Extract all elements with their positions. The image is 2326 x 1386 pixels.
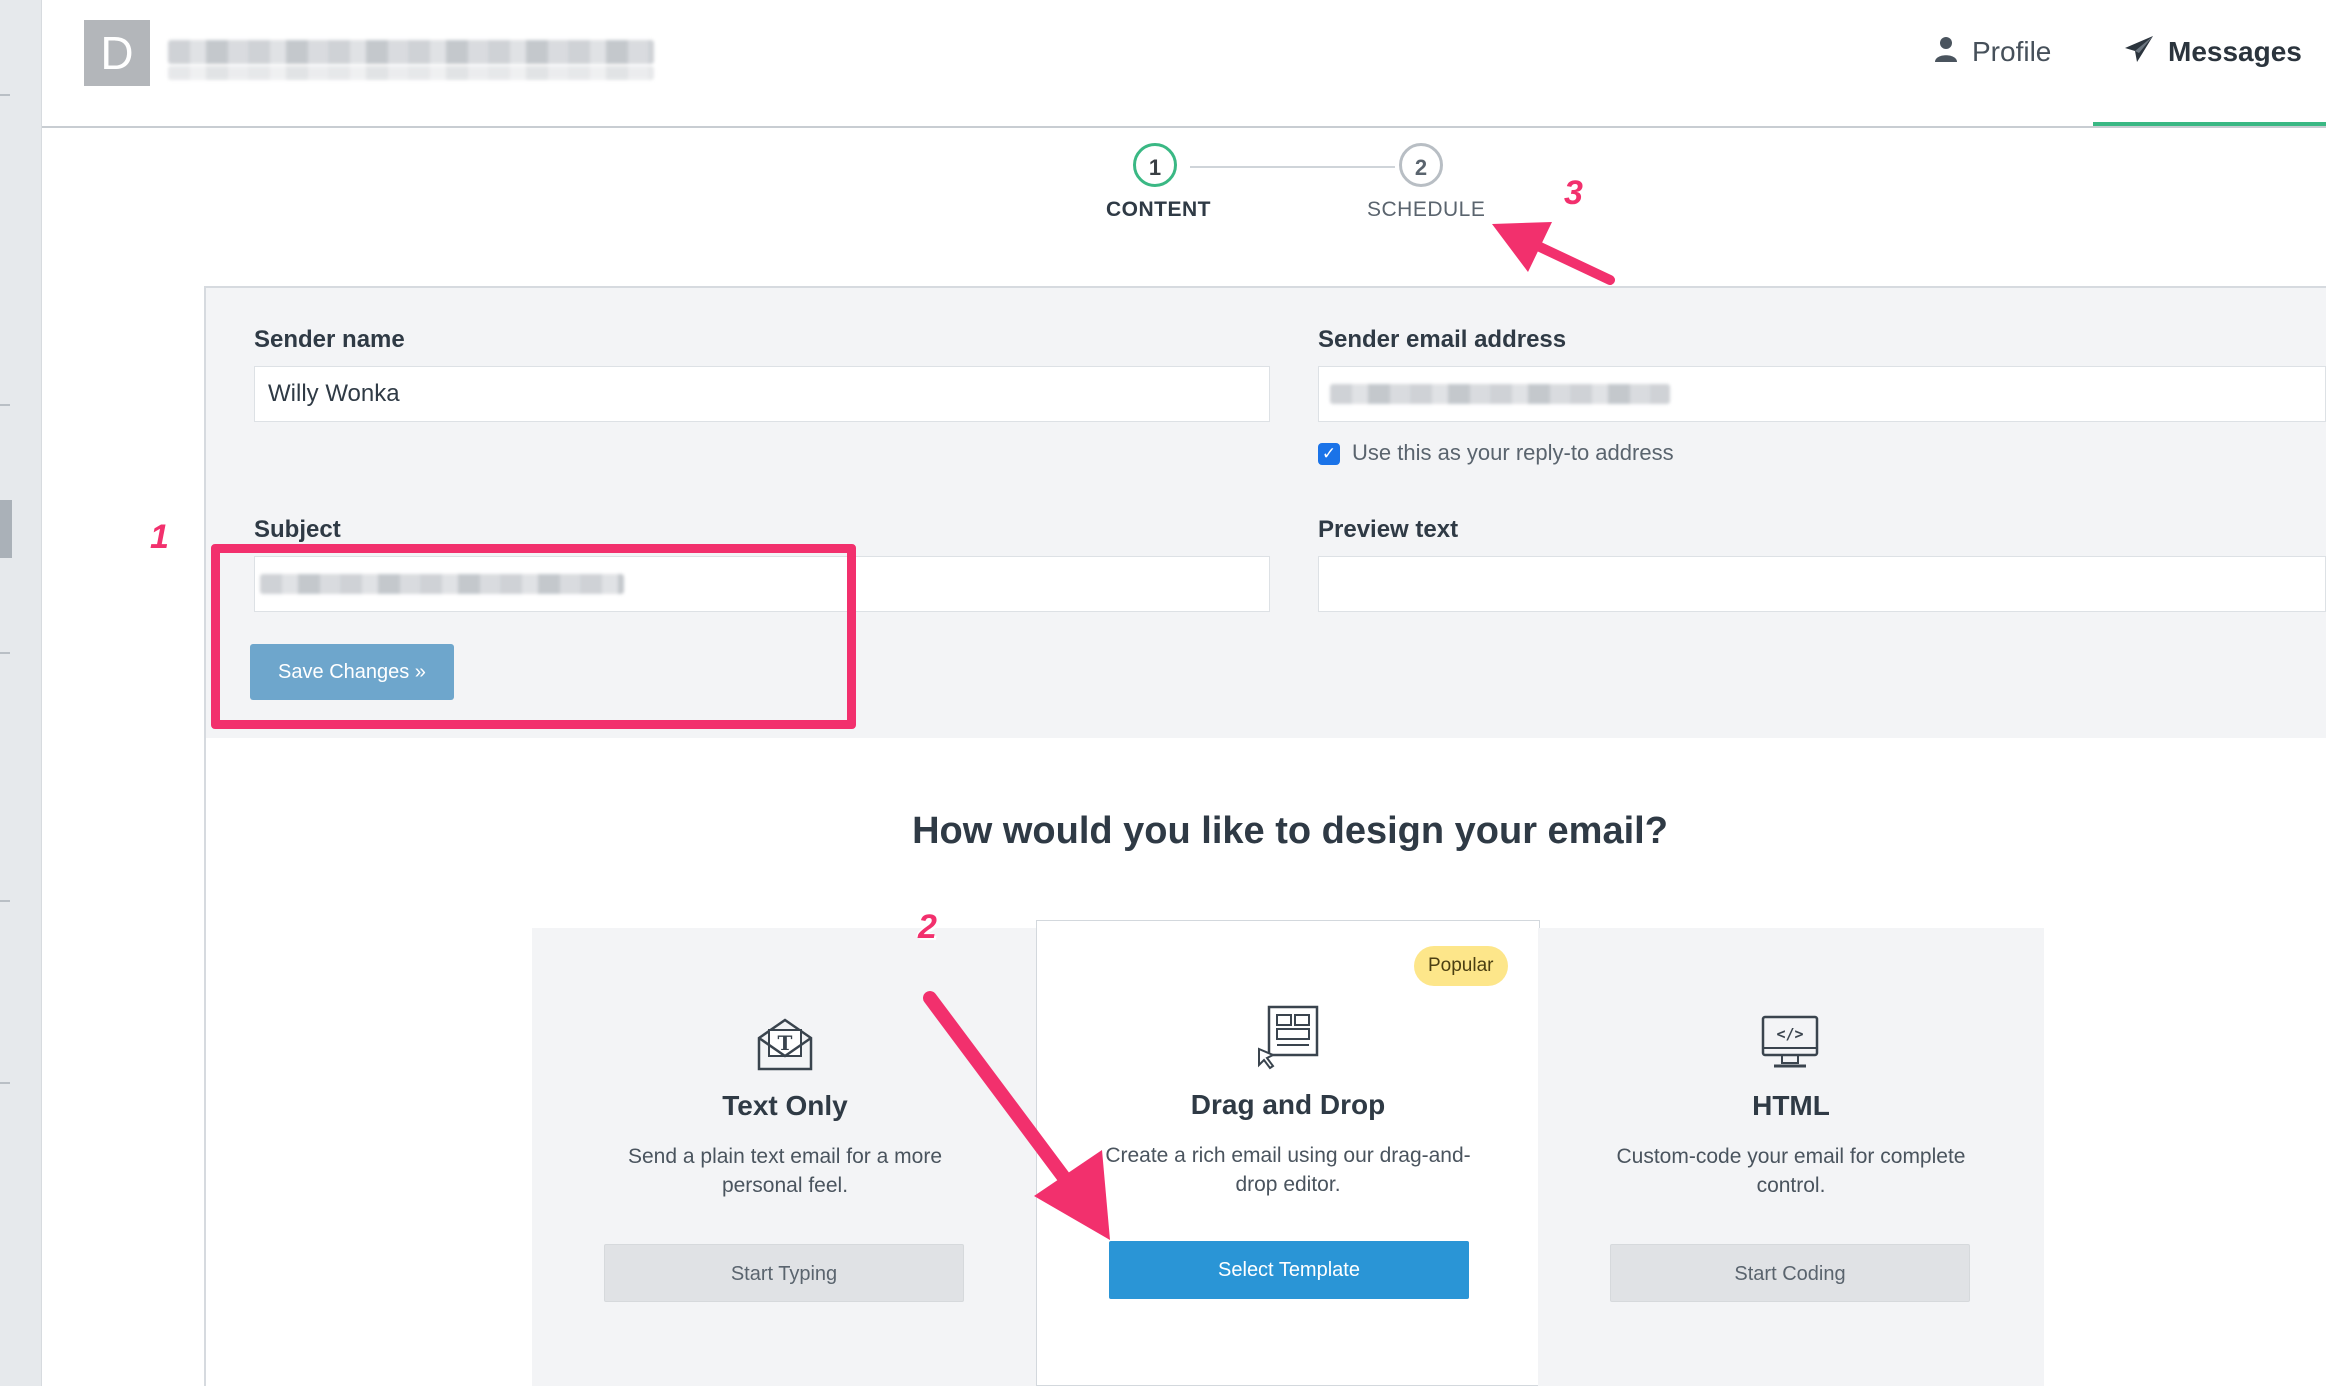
logo-letter: D xyxy=(100,27,134,79)
card-text-only: T Text Only Send a plain text email for … xyxy=(532,928,1038,1386)
annotation-arrow-3 xyxy=(1492,222,1615,285)
nav-messages[interactable]: Messages xyxy=(2124,30,2302,74)
text-envelope-icon: T xyxy=(756,1014,814,1077)
card-text-only-desc-line2: personal feel. xyxy=(721,1174,849,1197)
code-monitor-icon: </> xyxy=(1760,1014,1820,1075)
reply-to-checkbox[interactable]: ✓ xyxy=(1318,443,1340,465)
nav-profile-label: Profile xyxy=(1972,36,2052,67)
account-logo[interactable]: D xyxy=(84,20,150,86)
redacted-account-name xyxy=(168,40,654,64)
rail-active-item[interactable] xyxy=(0,500,12,558)
annotation-marker-2: 2 xyxy=(918,908,937,946)
select-template-button[interactable]: Select Template xyxy=(1109,1241,1469,1299)
rail-divider xyxy=(0,1082,10,1084)
sender-name-value: Willy Wonka xyxy=(268,380,400,407)
start-coding-button[interactable]: Start Coding xyxy=(1610,1244,1970,1302)
drag-drop-layout-icon xyxy=(1255,1005,1321,1076)
card-drag-and-drop-desc-line2: drop editor. xyxy=(1235,1173,1341,1196)
app-sidebar-rail xyxy=(0,0,42,1386)
card-html: </> HTML Custom-code your email for comp… xyxy=(1538,928,2044,1386)
nav-active-underline xyxy=(2093,122,2326,126)
annotation-highlight-box xyxy=(211,544,856,729)
step-2-label[interactable]: SCHEDULE xyxy=(1367,198,1485,222)
card-drag-and-drop-desc-line1: Create a rich email using our drag-and- xyxy=(1105,1144,1471,1167)
card-html-desc-line2: control. xyxy=(1756,1174,1826,1197)
sender-name-input[interactable]: Willy Wonka xyxy=(254,366,1270,422)
card-html-title: HTML xyxy=(1752,1090,1830,1121)
card-text-only-desc-line1: Send a plain text email for a more xyxy=(628,1145,942,1168)
step-2-number: 2 xyxy=(1414,155,1428,180)
nav-profile[interactable]: Profile xyxy=(1934,30,2051,74)
user-icon xyxy=(1934,35,1958,70)
svg-text:</>: </> xyxy=(1776,1025,1803,1043)
card-html-desc-line1: Custom-code your email for complete xyxy=(1616,1145,1966,1168)
preview-text-label: Preview text xyxy=(1318,516,1459,543)
redacted-account-name-shadow xyxy=(168,66,654,80)
card-text-only-title: Text Only xyxy=(722,1090,848,1121)
paper-plane-icon xyxy=(2124,35,2154,70)
svg-text:T: T xyxy=(778,1031,793,1055)
nav-messages-label: Messages xyxy=(2168,36,2302,67)
step-1-label[interactable]: CONTENT xyxy=(1106,198,1211,222)
preview-text-input[interactable] xyxy=(1318,556,2326,612)
sender-name-label: Sender name xyxy=(254,326,405,353)
card-drag-and-drop-title: Drag and Drop xyxy=(1190,1089,1386,1120)
redacted-sender-email xyxy=(1330,384,1670,404)
subject-label: Subject xyxy=(254,516,341,543)
rail-divider xyxy=(0,404,10,406)
annotation-marker-1: 1 xyxy=(150,518,169,556)
sender-email-label: Sender email address xyxy=(1318,326,1567,353)
start-typing-button[interactable]: Start Typing xyxy=(604,1244,964,1302)
popular-badge: Popular xyxy=(1414,946,1508,986)
rail-divider xyxy=(0,652,10,654)
step-2-circle[interactable]: 2 xyxy=(1399,143,1443,187)
stepper-connector xyxy=(1190,166,1395,168)
annotation-marker-3: 3 xyxy=(1564,174,1583,212)
rail-divider xyxy=(0,900,10,902)
card-drag-and-drop: Drag and Drop Create a rich email using … xyxy=(1036,920,1540,1386)
step-1-circle[interactable]: 1 xyxy=(1133,143,1177,187)
rail-divider xyxy=(0,94,10,96)
step-1-number: 1 xyxy=(1148,155,1162,180)
design-question-heading: How would you like to design your email? xyxy=(912,810,1668,852)
reply-to-label[interactable]: Use this as your reply-to address xyxy=(1352,440,1674,466)
